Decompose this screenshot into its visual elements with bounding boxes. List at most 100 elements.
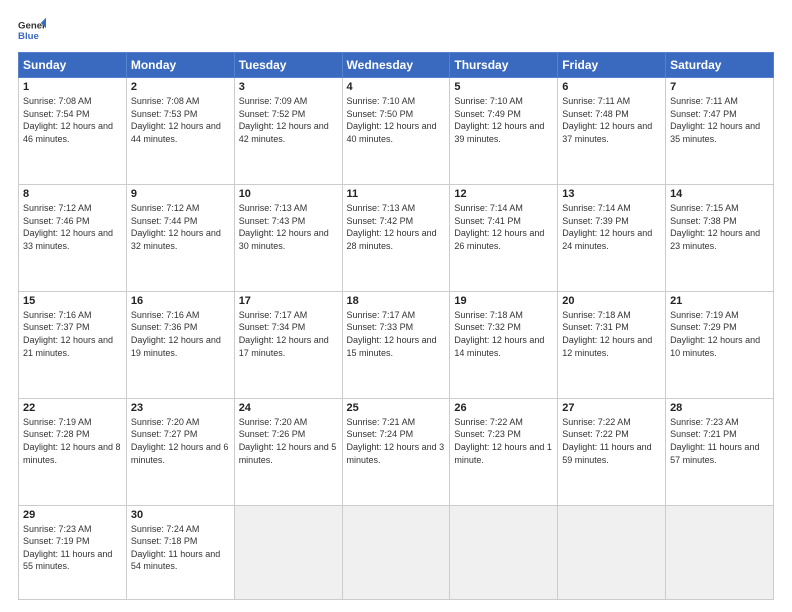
day-number: 2 [131,81,230,93]
cell-info: Sunrise: 7:24 AMSunset: 7:18 PMDaylight:… [131,524,220,572]
cell-info: Sunrise: 7:12 AMSunset: 7:44 PMDaylight:… [131,203,221,251]
cell-info: Sunrise: 7:12 AMSunset: 7:46 PMDaylight:… [23,203,113,251]
calendar-cell [342,505,450,599]
cell-info: Sunrise: 7:13 AMSunset: 7:43 PMDaylight:… [239,203,329,251]
day-header-tuesday: Tuesday [234,53,342,78]
cell-info: Sunrise: 7:20 AMSunset: 7:27 PMDaylight:… [131,417,229,465]
calendar-cell: 5 Sunrise: 7:10 AMSunset: 7:49 PMDayligh… [450,78,558,185]
day-number: 1 [23,81,122,93]
cell-info: Sunrise: 7:19 AMSunset: 7:28 PMDaylight:… [23,417,121,465]
calendar-cell: 30 Sunrise: 7:24 AMSunset: 7:18 PMDaylig… [126,505,234,599]
cell-info: Sunrise: 7:23 AMSunset: 7:19 PMDaylight:… [23,524,112,572]
calendar-cell: 19 Sunrise: 7:18 AMSunset: 7:32 PMDaylig… [450,291,558,398]
calendar-cell: 26 Sunrise: 7:22 AMSunset: 7:23 PMDaylig… [450,398,558,505]
calendar-cell: 7 Sunrise: 7:11 AMSunset: 7:47 PMDayligh… [666,78,774,185]
cell-info: Sunrise: 7:09 AMSunset: 7:52 PMDaylight:… [239,96,329,144]
day-number: 21 [670,295,769,307]
svg-text:Blue: Blue [18,31,39,42]
cell-info: Sunrise: 7:23 AMSunset: 7:21 PMDaylight:… [670,417,759,465]
cell-info: Sunrise: 7:18 AMSunset: 7:31 PMDaylight:… [562,310,652,358]
calendar-cell: 15 Sunrise: 7:16 AMSunset: 7:37 PMDaylig… [19,291,127,398]
calendar-cell: 6 Sunrise: 7:11 AMSunset: 7:48 PMDayligh… [558,78,666,185]
day-number: 27 [562,402,661,414]
cell-info: Sunrise: 7:22 AMSunset: 7:23 PMDaylight:… [454,417,552,465]
cell-info: Sunrise: 7:20 AMSunset: 7:26 PMDaylight:… [239,417,337,465]
calendar-week-4: 29 Sunrise: 7:23 AMSunset: 7:19 PMDaylig… [19,505,774,599]
day-number: 26 [454,402,553,414]
cell-info: Sunrise: 7:17 AMSunset: 7:34 PMDaylight:… [239,310,329,358]
day-number: 17 [239,295,338,307]
calendar-week-2: 15 Sunrise: 7:16 AMSunset: 7:37 PMDaylig… [19,291,774,398]
day-number: 29 [23,509,122,521]
day-number: 13 [562,188,661,200]
calendar-week-3: 22 Sunrise: 7:19 AMSunset: 7:28 PMDaylig… [19,398,774,505]
calendar-cell: 27 Sunrise: 7:22 AMSunset: 7:22 PMDaylig… [558,398,666,505]
cell-info: Sunrise: 7:11 AMSunset: 7:47 PMDaylight:… [670,96,760,144]
calendar-cell: 20 Sunrise: 7:18 AMSunset: 7:31 PMDaylig… [558,291,666,398]
day-number: 20 [562,295,661,307]
header: General Blue [18,16,774,44]
day-number: 8 [23,188,122,200]
logo-icon: General Blue [18,16,46,44]
calendar-cell: 29 Sunrise: 7:23 AMSunset: 7:19 PMDaylig… [19,505,127,599]
day-number: 19 [454,295,553,307]
calendar-week-0: 1 Sunrise: 7:08 AMSunset: 7:54 PMDayligh… [19,78,774,185]
calendar-cell: 24 Sunrise: 7:20 AMSunset: 7:26 PMDaylig… [234,398,342,505]
cell-info: Sunrise: 7:22 AMSunset: 7:22 PMDaylight:… [562,417,651,465]
cell-info: Sunrise: 7:13 AMSunset: 7:42 PMDaylight:… [347,203,437,251]
calendar-header-row: SundayMondayTuesdayWednesdayThursdayFrid… [19,53,774,78]
day-number: 5 [454,81,553,93]
calendar-cell: 9 Sunrise: 7:12 AMSunset: 7:44 PMDayligh… [126,184,234,291]
day-number: 25 [347,402,446,414]
cell-info: Sunrise: 7:15 AMSunset: 7:38 PMDaylight:… [670,203,760,251]
calendar-cell: 11 Sunrise: 7:13 AMSunset: 7:42 PMDaylig… [342,184,450,291]
day-number: 22 [23,402,122,414]
calendar-cell [666,505,774,599]
calendar-cell: 10 Sunrise: 7:13 AMSunset: 7:43 PMDaylig… [234,184,342,291]
svg-text:General: General [18,20,46,31]
cell-info: Sunrise: 7:08 AMSunset: 7:54 PMDaylight:… [23,96,113,144]
calendar-cell: 28 Sunrise: 7:23 AMSunset: 7:21 PMDaylig… [666,398,774,505]
day-header-saturday: Saturday [666,53,774,78]
calendar-table: SundayMondayTuesdayWednesdayThursdayFrid… [18,52,774,600]
cell-info: Sunrise: 7:17 AMSunset: 7:33 PMDaylight:… [347,310,437,358]
day-header-thursday: Thursday [450,53,558,78]
calendar-cell: 1 Sunrise: 7:08 AMSunset: 7:54 PMDayligh… [19,78,127,185]
day-number: 10 [239,188,338,200]
day-number: 3 [239,81,338,93]
day-header-wednesday: Wednesday [342,53,450,78]
calendar-cell: 2 Sunrise: 7:08 AMSunset: 7:53 PMDayligh… [126,78,234,185]
day-number: 6 [562,81,661,93]
calendar-cell: 25 Sunrise: 7:21 AMSunset: 7:24 PMDaylig… [342,398,450,505]
day-number: 30 [131,509,230,521]
calendar-cell: 23 Sunrise: 7:20 AMSunset: 7:27 PMDaylig… [126,398,234,505]
cell-info: Sunrise: 7:14 AMSunset: 7:41 PMDaylight:… [454,203,544,251]
page: General Blue SundayMondayTuesdayWednesda… [0,0,792,612]
calendar-cell: 3 Sunrise: 7:09 AMSunset: 7:52 PMDayligh… [234,78,342,185]
day-number: 23 [131,402,230,414]
cell-info: Sunrise: 7:21 AMSunset: 7:24 PMDaylight:… [347,417,445,465]
day-number: 4 [347,81,446,93]
day-number: 11 [347,188,446,200]
day-number: 28 [670,402,769,414]
cell-info: Sunrise: 7:10 AMSunset: 7:49 PMDaylight:… [454,96,544,144]
day-header-sunday: Sunday [19,53,127,78]
day-number: 14 [670,188,769,200]
calendar-cell [450,505,558,599]
cell-info: Sunrise: 7:16 AMSunset: 7:36 PMDaylight:… [131,310,221,358]
cell-info: Sunrise: 7:19 AMSunset: 7:29 PMDaylight:… [670,310,760,358]
calendar-cell: 8 Sunrise: 7:12 AMSunset: 7:46 PMDayligh… [19,184,127,291]
day-header-monday: Monday [126,53,234,78]
calendar-cell: 13 Sunrise: 7:14 AMSunset: 7:39 PMDaylig… [558,184,666,291]
day-number: 9 [131,188,230,200]
calendar-cell: 4 Sunrise: 7:10 AMSunset: 7:50 PMDayligh… [342,78,450,185]
cell-info: Sunrise: 7:08 AMSunset: 7:53 PMDaylight:… [131,96,221,144]
day-number: 15 [23,295,122,307]
cell-info: Sunrise: 7:16 AMSunset: 7:37 PMDaylight:… [23,310,113,358]
calendar-cell: 18 Sunrise: 7:17 AMSunset: 7:33 PMDaylig… [342,291,450,398]
day-number: 12 [454,188,553,200]
calendar-cell [558,505,666,599]
cell-info: Sunrise: 7:10 AMSunset: 7:50 PMDaylight:… [347,96,437,144]
calendar-cell [234,505,342,599]
day-number: 16 [131,295,230,307]
